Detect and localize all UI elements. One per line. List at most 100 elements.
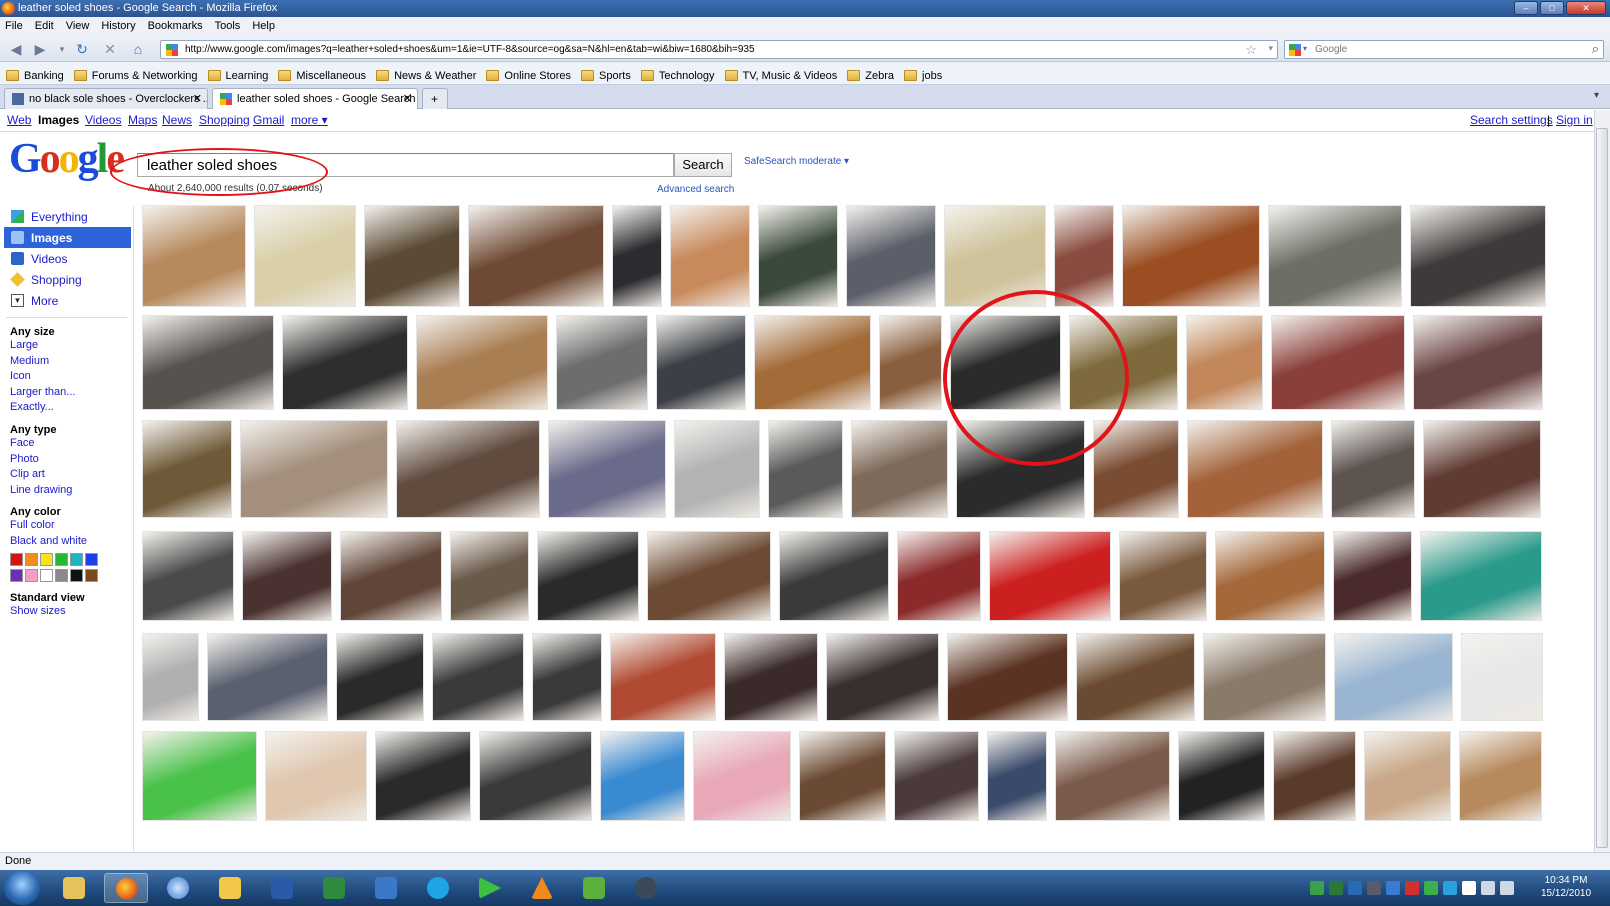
search-settings-link[interactable]: Search settings [1470, 113, 1553, 127]
image-result-thumbnail[interactable] [1459, 731, 1542, 821]
image-result-thumbnail[interactable] [768, 420, 843, 518]
image-result-thumbnail[interactable] [1410, 205, 1546, 307]
bookmark-folder[interactable]: Zebra [847, 67, 894, 84]
color-swatch[interactable] [55, 568, 68, 582]
tab-overclockers[interactable]: no black sole shoes - Overclockers ... ✕ [4, 88, 208, 109]
nav-everything[interactable]: Everything [0, 206, 131, 227]
nav-videos[interactable]: Videos [0, 248, 131, 269]
nav-shopping[interactable]: Shopping [0, 269, 131, 290]
search-engine-icon[interactable] [1289, 44, 1301, 56]
image-result-thumbnail[interactable] [647, 531, 771, 621]
image-result-thumbnail[interactable] [758, 205, 838, 307]
maximize-icon[interactable]: □ [1540, 1, 1564, 15]
image-result-thumbnail[interactable] [1333, 531, 1412, 621]
image-result-thumbnail[interactable] [897, 531, 981, 621]
image-result-thumbnail[interactable] [1203, 633, 1326, 721]
image-result-thumbnail[interactable] [851, 420, 948, 518]
image-result-thumbnail[interactable] [548, 420, 666, 518]
steam-taskbar-icon[interactable] [624, 873, 668, 903]
bookmark-folder[interactable]: jobs [904, 67, 942, 84]
image-result-thumbnail[interactable] [142, 205, 246, 307]
back-icon[interactable]: ◀ [6, 40, 26, 58]
image-result-thumbnail[interactable] [674, 420, 760, 518]
size-icon[interactable]: Icon [0, 369, 131, 385]
size-medium[interactable]: Medium [0, 354, 131, 370]
image-result-thumbnail[interactable] [1268, 205, 1402, 307]
image-result-thumbnail[interactable] [1076, 633, 1195, 721]
forward-icon[interactable]: ▶ [30, 40, 50, 58]
image-result-thumbnail[interactable] [1271, 315, 1405, 410]
color-swatch[interactable] [40, 568, 53, 582]
color-swatch[interactable] [55, 552, 68, 566]
tray-icon[interactable] [1424, 881, 1438, 895]
image-result-thumbnail[interactable] [142, 315, 274, 410]
gbar-videos[interactable]: Videos [85, 113, 121, 127]
web-search-box[interactable]: ▾ Google ⌕ [1284, 40, 1604, 59]
type-face[interactable]: Face [0, 436, 131, 452]
image-result-thumbnail[interactable] [450, 531, 529, 621]
tab-google-search[interactable]: leather soled shoes - Google Search ✕ [212, 88, 418, 109]
bookmark-folder[interactable]: Technology [640, 67, 715, 84]
image-result-thumbnail[interactable] [265, 731, 367, 821]
color-swatch[interactable] [10, 552, 23, 566]
color-swatch[interactable] [10, 568, 23, 582]
network-icon[interactable] [1481, 881, 1495, 895]
image-result-thumbnail[interactable] [600, 731, 685, 821]
size-large[interactable]: Large [0, 338, 131, 354]
stop-icon[interactable]: ✕ [100, 40, 120, 58]
sign-in-link[interactable]: Sign in [1556, 113, 1593, 127]
color-swatch[interactable] [40, 552, 53, 566]
minimize-icon[interactable]: – [1514, 1, 1538, 15]
menu-view[interactable]: View [66, 20, 90, 36]
menu-file[interactable]: File [5, 20, 23, 36]
color-black-white[interactable]: Black and white [0, 534, 131, 550]
image-result-thumbnail[interactable] [240, 420, 388, 518]
tray-icon[interactable] [1348, 881, 1362, 895]
bookmark-folder[interactable]: Sports [581, 67, 631, 84]
volume-icon[interactable] [1500, 881, 1514, 895]
tab-list-icon[interactable]: ▾ [1594, 90, 1599, 101]
color-swatch[interactable] [70, 552, 83, 566]
skype-taskbar-icon[interactable] [416, 873, 460, 903]
reload-icon[interactable]: ↻ [72, 40, 92, 58]
bookmark-folder[interactable]: Banking [6, 67, 64, 84]
image-result-thumbnail[interactable] [947, 633, 1068, 721]
image-result-thumbnail[interactable] [1461, 633, 1543, 721]
color-swatch[interactable] [85, 568, 98, 582]
image-result-thumbnail[interactable] [879, 315, 942, 410]
image-result-thumbnail[interactable] [282, 315, 408, 410]
menu-history[interactable]: History [101, 20, 135, 36]
image-result-thumbnail[interactable] [1413, 315, 1543, 410]
tray-icon[interactable] [1443, 881, 1457, 895]
image-result-thumbnail[interactable] [340, 531, 442, 621]
image-result-thumbnail[interactable] [754, 315, 871, 410]
image-result-thumbnail[interactable] [142, 633, 199, 721]
advanced-search-link[interactable]: Advanced search [657, 184, 734, 195]
vlc-taskbar-icon[interactable] [520, 873, 564, 903]
image-result-thumbnail[interactable] [142, 731, 257, 821]
start-button[interactable] [4, 871, 40, 905]
image-result-thumbnail[interactable] [987, 731, 1047, 821]
system-clock[interactable]: 10:34 PM 15/12/2010 [1528, 874, 1604, 900]
image-result-thumbnail[interactable] [779, 531, 889, 621]
tray-icon[interactable] [1367, 881, 1381, 895]
image-result-thumbnail[interactable] [1423, 420, 1541, 518]
color-swatch[interactable] [25, 552, 38, 566]
image-result-thumbnail[interactable] [537, 531, 639, 621]
itunes-taskbar-icon[interactable] [156, 873, 200, 903]
gbar-news[interactable]: News [162, 113, 192, 127]
image-result-thumbnail[interactable] [364, 205, 460, 307]
history-dropdown-icon[interactable]: ▾ [52, 40, 72, 58]
color-swatch[interactable] [85, 552, 98, 566]
image-result-thumbnail[interactable] [375, 731, 471, 821]
scrollbar-thumb[interactable] [1596, 128, 1608, 848]
image-result-thumbnail[interactable] [670, 205, 750, 307]
nav-more[interactable]: ▼ More [0, 290, 131, 311]
color-full[interactable]: Full color [0, 518, 131, 534]
new-tab-button[interactable]: + [422, 88, 448, 109]
tray-icon[interactable] [1310, 881, 1324, 895]
bookmark-folder[interactable]: Miscellaneous [278, 67, 366, 84]
type-photo[interactable]: Photo [0, 452, 131, 468]
image-result-thumbnail[interactable] [724, 633, 818, 721]
bookmark-star-icon[interactable]: ☆ [1245, 42, 1257, 58]
